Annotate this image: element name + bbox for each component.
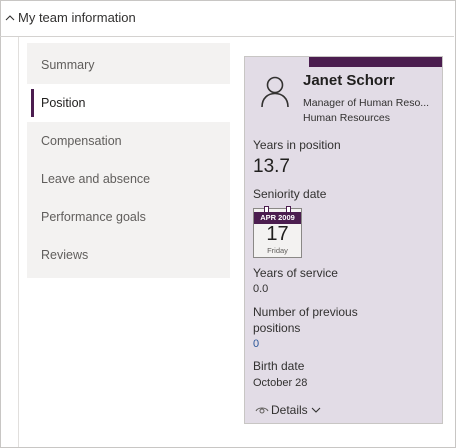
- tab-summary[interactable]: Summary: [27, 46, 230, 84]
- tab-label: Summary: [41, 58, 95, 72]
- employee-card: Janet Schorr Manager of Human Reso... Hu…: [244, 56, 443, 424]
- years-of-service-value: 0.0: [253, 283, 269, 295]
- birth-date-value: October 28: [253, 377, 308, 389]
- vertical-tab-nav: Summary Position Compensation Leave and …: [27, 43, 230, 278]
- birth-date-label: Birth date: [253, 359, 305, 373]
- tab-compensation[interactable]: Compensation: [27, 122, 230, 160]
- seniority-date-label: Seniority date: [253, 187, 327, 201]
- calendar-weekday: Friday: [267, 246, 288, 255]
- previous-positions-label: Number of previous: [253, 305, 358, 319]
- employee-name: Janet Schorr: [303, 72, 395, 89]
- section-left-rule: [18, 37, 19, 447]
- calendar-date-badge: APR 2009 17 Friday: [253, 206, 302, 258]
- tab-label: Reviews: [41, 248, 89, 262]
- years-of-service-label: Years of service: [253, 266, 338, 280]
- tab-label: Performance goals: [41, 210, 146, 224]
- employee-department: Human Resources: [303, 112, 390, 124]
- section-header[interactable]: My team information: [0, 0, 454, 37]
- details-label: Details: [271, 403, 308, 417]
- chevron-down-icon: [311, 407, 321, 413]
- tab-reviews[interactable]: Reviews: [27, 236, 230, 274]
- years-in-position-value: 13.7: [253, 156, 290, 177]
- calendar-day: 17: [266, 223, 289, 245]
- tab-performance-goals[interactable]: Performance goals: [27, 198, 230, 236]
- tab-leave-and-absence[interactable]: Leave and absence: [27, 160, 230, 198]
- details-toggle-button[interactable]: Details: [255, 403, 321, 417]
- card-accent-stripe: [309, 57, 442, 67]
- section-title: My team information: [18, 10, 136, 25]
- chevron-up-icon[interactable]: [5, 13, 15, 23]
- person-icon: [261, 76, 289, 108]
- previous-positions-value[interactable]: 0: [253, 338, 259, 350]
- employee-job-title: Manager of Human Reso...: [303, 97, 430, 109]
- years-in-position-label: Years in position: [253, 138, 341, 152]
- tab-label: Leave and absence: [41, 172, 151, 186]
- tab-label: Compensation: [41, 134, 122, 148]
- tab-position[interactable]: Position: [27, 84, 230, 122]
- previous-positions-label-line2: positions: [253, 321, 301, 335]
- tab-label: Position: [41, 96, 86, 110]
- eye-icon: [255, 407, 269, 414]
